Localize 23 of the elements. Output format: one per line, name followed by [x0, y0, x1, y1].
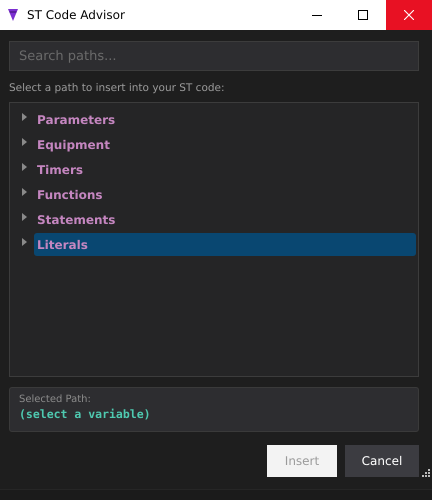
tree-item[interactable]: Parameters — [34, 108, 416, 131]
expand-arrow-icon[interactable] — [22, 188, 28, 196]
expand-arrow-icon[interactable] — [22, 163, 28, 171]
resize-grip-icon[interactable] — [420, 469, 430, 479]
tree-item[interactable]: Statements — [34, 208, 416, 231]
search-field[interactable]: Search paths... — [9, 41, 419, 71]
selected-path-label: Selected Path: — [19, 394, 91, 405]
tree-item[interactable]: Equipment — [34, 133, 416, 156]
expand-arrow-icon[interactable] — [22, 238, 28, 246]
maximize-icon — [358, 10, 368, 20]
window-title: ST Code Advisor — [27, 8, 126, 22]
instruction-text: Select a path to insert into your ST code: — [9, 82, 226, 94]
tree-item[interactable]: Literals — [34, 233, 416, 256]
close-icon — [404, 10, 414, 20]
app-logo-icon — [8, 9, 18, 21]
cancel-button[interactable]: Cancel — [345, 445, 419, 477]
expand-arrow-icon[interactable] — [22, 113, 28, 121]
close-button[interactable] — [386, 0, 432, 30]
expand-arrow-icon[interactable] — [22, 138, 28, 146]
tree-item[interactable]: Functions — [34, 183, 416, 206]
selected-path-value: (select a variable) — [19, 407, 151, 421]
tree-item[interactable]: Timers — [34, 158, 416, 181]
expand-arrow-icon[interactable] — [22, 213, 28, 221]
